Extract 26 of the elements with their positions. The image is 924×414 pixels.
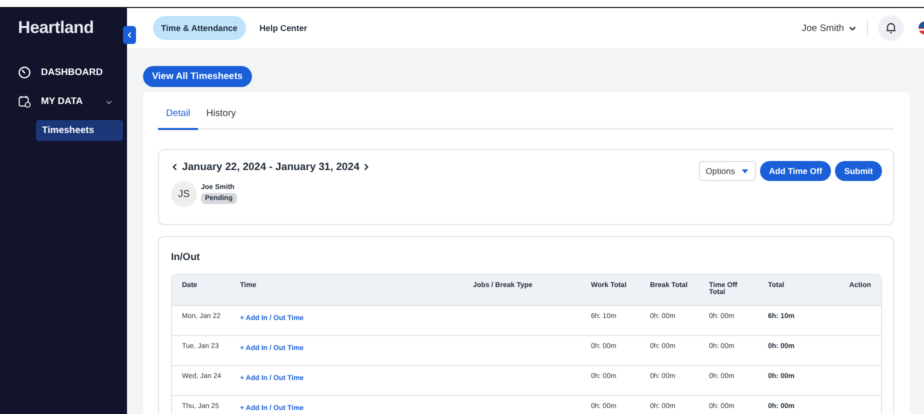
logo: Heartland	[17, 18, 95, 39]
user-menu[interactable]: Joe Smith	[802, 22, 861, 34]
options-dropdown[interactable]: Options	[698, 161, 756, 181]
tab[interactable]: History	[198, 100, 244, 130]
action-button[interactable]: Add Time Off	[760, 161, 832, 181]
avatar: JS	[171, 181, 197, 207]
sidebar-item[interactable]: Timesheets	[36, 120, 123, 141]
date-range: January 22, 2024 - January 31, 2024	[182, 161, 360, 173]
chevron-down-icon	[848, 24, 857, 32]
caret-icon	[740, 167, 749, 175]
header-tab[interactable]: Help Center	[252, 16, 316, 40]
action-button[interactable]: Submit	[835, 161, 882, 181]
calendar-icon	[18, 95, 31, 108]
header-tab[interactable]: Time & Attendance	[153, 16, 246, 40]
view-all-timesheets-button[interactable]: View All Timesheets	[143, 66, 252, 87]
bell-icon	[884, 21, 898, 35]
notification-button[interactable]	[878, 15, 904, 41]
tab[interactable]: Detail	[158, 100, 198, 130]
collapse-button[interactable]	[123, 26, 136, 44]
chevron-left-icon	[126, 31, 134, 39]
next-icon[interactable]	[362, 163, 370, 171]
gauge-icon	[18, 66, 31, 79]
previous-icon[interactable]	[171, 163, 179, 171]
nav-item[interactable]: MY DATA	[4, 87, 123, 116]
section-title: In/Out	[171, 251, 201, 265]
nav-item[interactable]: DASHBOARD	[4, 58, 123, 87]
